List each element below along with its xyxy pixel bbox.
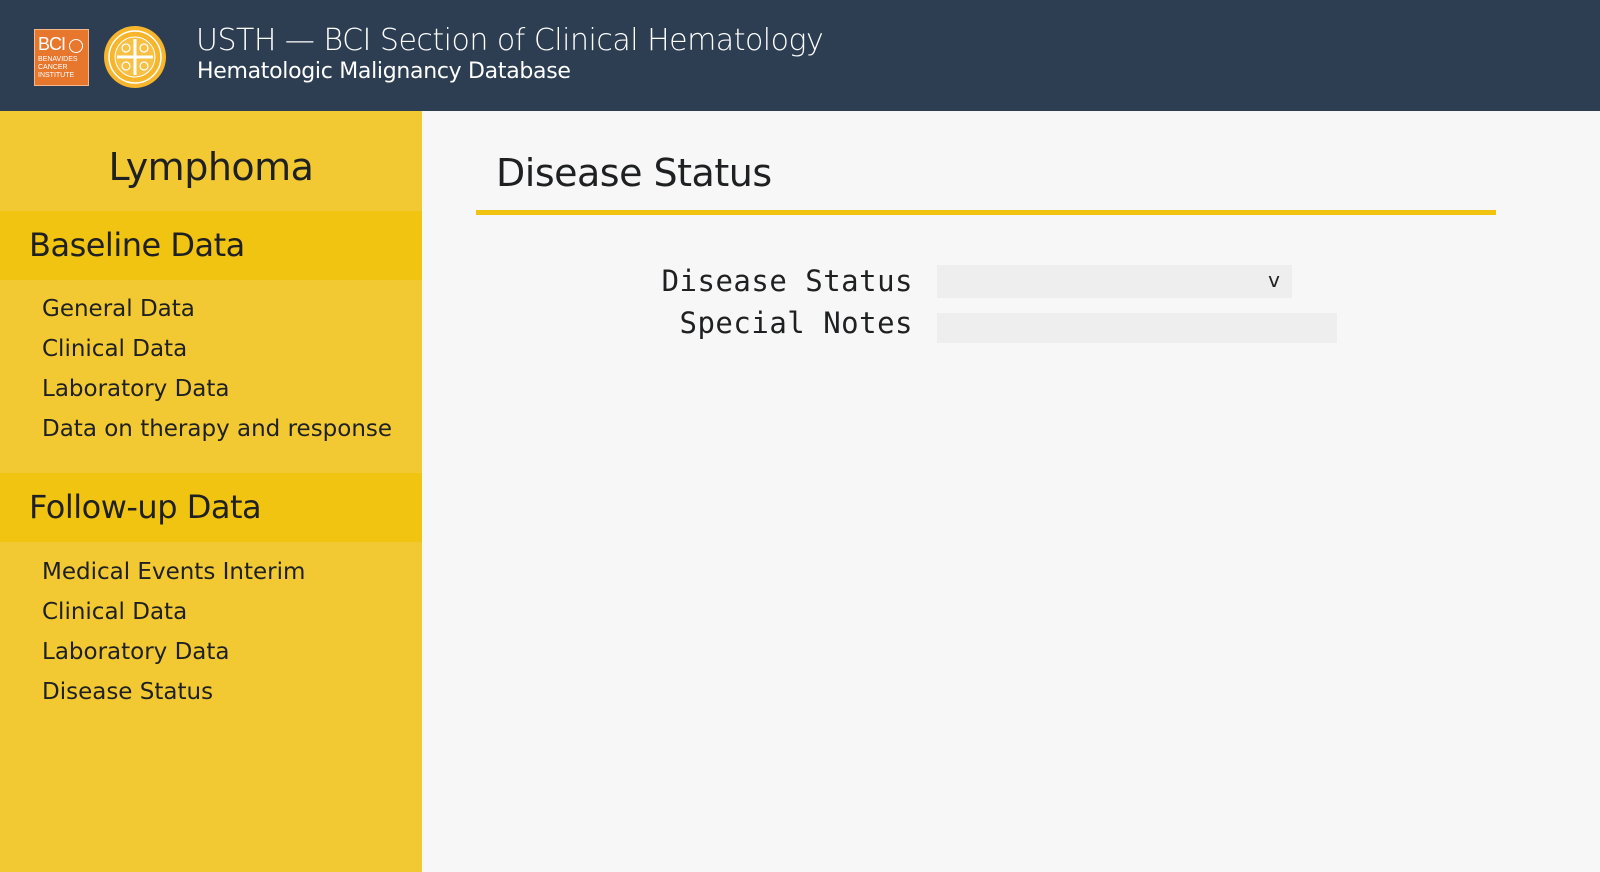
app-subtitle: Hematologic Malignancy Database xyxy=(197,59,571,84)
sidebar-item-followup-laboratory-data[interactable]: Laboratory Data xyxy=(42,637,230,667)
ust-seal-logo xyxy=(104,26,166,88)
page-title: Disease Status xyxy=(496,151,772,195)
disease-status-select[interactable]: v xyxy=(937,265,1292,298)
sidebar-item-disease-status[interactable]: Disease Status xyxy=(42,677,213,707)
special-notes-input[interactable] xyxy=(937,313,1337,343)
app-header: BCI BENAVIDES CANCER INSTITUTE USTH — BC… xyxy=(0,0,1600,111)
sidebar-section-label: Follow-up Data xyxy=(29,488,262,526)
app-title: USTH — BCI Section of Clinical Hematolog… xyxy=(196,23,824,58)
sidebar: Lymphoma Baseline Data General Data Clin… xyxy=(0,111,422,872)
sidebar-item-medical-events-interim[interactable]: Medical Events Interim xyxy=(42,557,305,587)
title-underline xyxy=(476,210,1496,215)
bci-logo-subtext: BENAVIDES CANCER INSTITUTE xyxy=(38,56,78,79)
sidebar-item-therapy-and-response[interactable]: Data on therapy and response xyxy=(42,414,392,444)
disease-status-label: Disease Status xyxy=(661,264,913,298)
sidebar-item-baseline-clinical-data[interactable]: Clinical Data xyxy=(42,334,187,364)
special-notes-label: Special Notes xyxy=(679,306,913,340)
sidebar-item-general-data[interactable]: General Data xyxy=(42,294,195,324)
bci-logo-emblem xyxy=(69,39,83,53)
bci-logo-text: BCI xyxy=(38,34,66,54)
chevron-down-icon: v xyxy=(1268,268,1280,292)
sidebar-item-baseline-laboratory-data[interactable]: Laboratory Data xyxy=(42,374,230,404)
sidebar-title: Lymphoma xyxy=(108,145,314,189)
sidebar-item-followup-clinical-data[interactable]: Clinical Data xyxy=(42,597,187,627)
bci-logo: BCI BENAVIDES CANCER INSTITUTE xyxy=(34,29,89,86)
sidebar-section-baseline-data[interactable]: Baseline Data xyxy=(0,211,422,280)
sidebar-section-follow-up-data[interactable]: Follow-up Data xyxy=(0,473,422,542)
sidebar-section-label: Baseline Data xyxy=(29,226,245,264)
